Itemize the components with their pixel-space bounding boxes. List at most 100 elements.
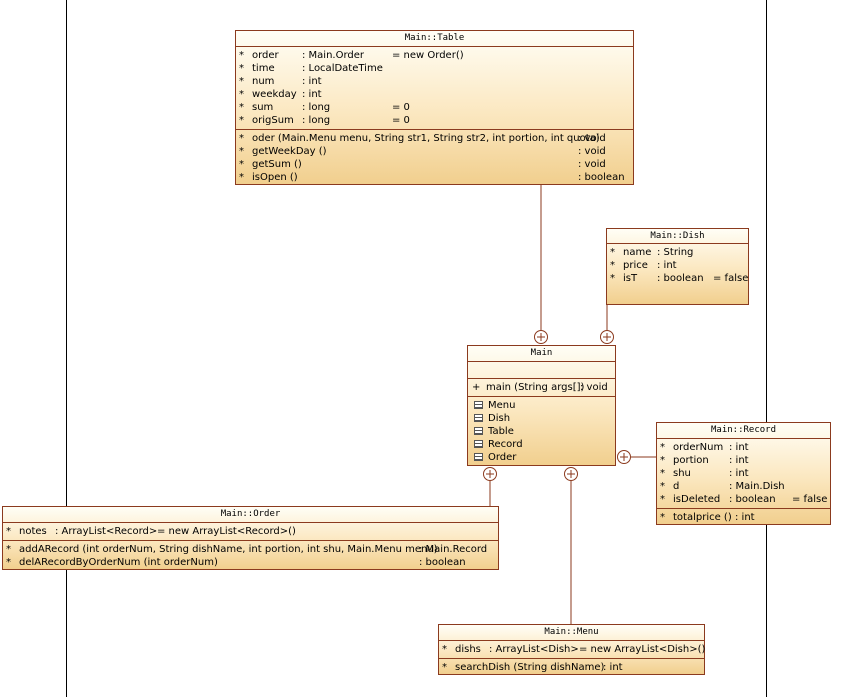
class-icon [474, 414, 483, 422]
attribute-initial: = 0 [392, 102, 410, 113]
class-icon [474, 453, 483, 461]
visibility-marker: * [660, 512, 665, 523]
nested-class-label: Table [488, 426, 514, 437]
attribute-name: d [673, 481, 680, 492]
class-main-title: Main [468, 346, 615, 362]
visibility-marker: * [239, 146, 244, 157]
attribute-initial: = false [713, 273, 749, 284]
visibility-marker: * [239, 89, 244, 100]
class-record-attributes: * orderNum: int * portion: int * shu: int *… [657, 439, 830, 509]
operation-signature: main (String args[]) [486, 382, 585, 393]
class-menu-operations: * searchDish (String dishName): int [439, 659, 704, 676]
attribute-row: * isDeleted: boolean = false [657, 493, 830, 506]
attribute-name: shu [673, 468, 691, 479]
attribute-name: orderNum [673, 442, 724, 453]
attribute-type: : int [302, 76, 322, 87]
operation-signature: delARecordByOrderNum (int orderNum) [19, 557, 218, 568]
visibility-marker: * [6, 544, 11, 555]
class-main[interactable]: Main + main (String args[]): void Menu Di… [467, 345, 616, 466]
attribute-type: : int [729, 468, 749, 479]
attribute-type: : LocalDateTime [302, 63, 383, 74]
class-order[interactable]: Main::Order * notes: ArrayList<Record> = n… [2, 506, 499, 570]
attribute-type: : long [302, 115, 331, 126]
nested-class-item[interactable]: Menu [468, 399, 615, 412]
operation-return: : void [578, 159, 606, 170]
operation-signature: isOpen () [252, 172, 298, 183]
attribute-row: * sum: long = 0 [236, 101, 633, 114]
visibility-marker: * [660, 442, 665, 453]
nested-class-item[interactable]: Record [468, 438, 615, 451]
operation-row: * totalprice (): int [657, 511, 830, 524]
class-main-attributes [468, 362, 615, 379]
attribute-name: origSum [252, 115, 294, 126]
class-record-title: Main::Record [657, 423, 830, 439]
operation-signature: searchDish (String dishName) [455, 662, 605, 673]
operation-signature: oder (Main.Menu menu, String str1, Strin… [252, 133, 600, 144]
attribute-type: : long [302, 102, 331, 113]
operation-signature: getSum () [252, 159, 302, 170]
operation-row: * addARecord (int orderNum, String dishNa… [3, 543, 498, 556]
visibility-marker: * [6, 526, 11, 537]
visibility-marker: * [239, 63, 244, 74]
class-menu-title: Main::Menu [439, 625, 704, 641]
attribute-name: sum [252, 102, 274, 113]
attribute-row: * shu: int [657, 467, 830, 480]
attribute-initial: = new ArrayList<Record>() [157, 526, 296, 537]
operation-row: * isOpen (): boolean [236, 171, 633, 184]
nested-class-item[interactable]: Table [468, 425, 615, 438]
operation-signature: totalprice () [673, 512, 732, 523]
operation-return: : int [735, 512, 755, 523]
attribute-row: * num : int [236, 75, 633, 88]
operation-row: + main (String args[]): void [468, 381, 615, 394]
class-main-nested: Menu Dish Table Record Order [468, 397, 615, 466]
attribute-name: portion [673, 455, 709, 466]
attribute-row: * portion: int [657, 454, 830, 467]
visibility-marker: * [610, 247, 615, 258]
nested-class-item[interactable]: Dish [468, 412, 615, 425]
visibility-marker: * [610, 260, 615, 271]
visibility-marker: * [239, 133, 244, 144]
visibility-marker: * [442, 662, 447, 673]
attribute-name: num [252, 76, 275, 87]
attribute-name: dishs [455, 644, 481, 655]
class-record-operations: * totalprice (): int [657, 509, 830, 526]
class-table[interactable]: Main::Table * order: Main.Order = new Orde… [235, 30, 634, 185]
attribute-row: * price: int [607, 259, 748, 272]
class-menu[interactable]: Main::Menu * dishs: ArrayList<Dish> = new … [438, 624, 705, 675]
operation-row: * delARecordByOrderNum (int orderNum): bo… [3, 556, 498, 569]
attribute-type: : boolean [729, 494, 776, 505]
attribute-name: name [623, 247, 652, 258]
operation-return: : void [578, 133, 606, 144]
nesting-marker-record [617, 450, 631, 464]
nested-class-label: Record [488, 439, 523, 450]
class-menu-attributes: * dishs: ArrayList<Dish> = new ArrayList<D… [439, 641, 705, 659]
attribute-name: isT [623, 273, 638, 284]
nesting-marker-dish [600, 330, 614, 344]
attribute-name: price [623, 260, 648, 271]
class-dish[interactable]: Main::Dish * name: String * price: int * is… [606, 228, 749, 305]
attribute-row: * isT: boolean = false [607, 272, 748, 285]
attribute-type: : int [302, 89, 322, 100]
visibility-marker: * [660, 455, 665, 466]
attribute-row: * weekday: int [236, 88, 633, 101]
attribute-row: * notes: ArrayList<Record> = new ArrayList… [3, 525, 498, 538]
class-icon [474, 401, 483, 409]
visibility-marker: * [6, 557, 11, 568]
nested-class-item[interactable]: Order [468, 451, 615, 464]
operation-row: * getSum (): void [236, 158, 633, 171]
visibility-marker: * [610, 273, 615, 284]
class-record[interactable]: Main::Record * orderNum: int * portion: in… [656, 422, 831, 525]
visibility-marker: + [472, 382, 481, 393]
attribute-row: * orderNum: int [657, 441, 830, 454]
attribute-name: isDeleted [673, 494, 721, 505]
attribute-type: : ArrayList<Record> [55, 526, 158, 537]
visibility-marker: * [239, 50, 244, 61]
operation-row: * searchDish (String dishName): int [439, 661, 704, 674]
attribute-row: * dishs: ArrayList<Dish> = new ArrayList<D… [439, 643, 705, 656]
visibility-marker: * [239, 76, 244, 87]
nested-class-label: Order [488, 452, 517, 463]
class-icon [474, 440, 483, 448]
attribute-type: : Main.Order [302, 50, 365, 61]
attribute-initial: = false [792, 494, 828, 505]
attribute-initial: = new Order() [392, 50, 464, 61]
